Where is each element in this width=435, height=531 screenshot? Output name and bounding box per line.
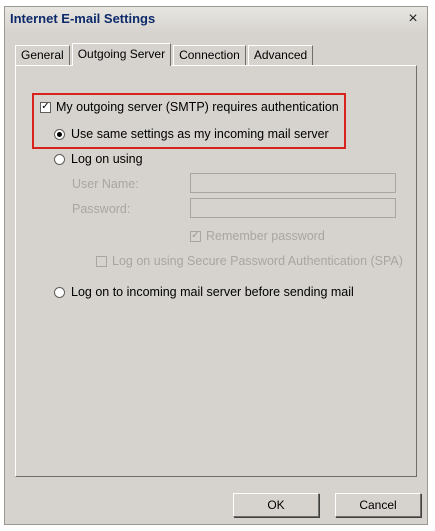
requires-auth-label: My outgoing server (SMTP) requires authe… [56,100,339,114]
user-name-label: User Name: [72,177,139,191]
same-settings-radio[interactable] [54,128,65,140]
dialog-title: Internet E-mail Settings [10,11,156,26]
log-on-incoming-radio[interactable] [54,286,65,298]
remember-password-checkbox[interactable]: ✓ [190,230,201,242]
tab-outgoing-server[interactable]: Outgoing Server [71,43,172,66]
log-on-using-label: Log on using [71,152,143,166]
requires-auth-row[interactable]: ✓ My outgoing server (SMTP) requires aut… [40,100,339,114]
ok-button[interactable]: OK [233,493,319,517]
log-on-incoming-label: Log on to incoming mail server before se… [71,285,354,299]
spa-checkbox[interactable] [96,255,107,267]
remember-password-row[interactable]: ✓ Remember password [190,229,325,243]
tab-advanced[interactable]: Advanced [247,45,314,65]
requires-auth-checkbox[interactable]: ✓ [40,101,51,113]
cancel-button[interactable]: Cancel [335,493,421,517]
title-bar: Internet E-mail Settings × [5,7,427,33]
spa-label: Log on using Secure Password Authenticat… [112,254,403,268]
password-label: Password: [72,202,131,216]
remember-password-label: Remember password [206,229,325,243]
tab-strip: General Outgoing Server Connection Advan… [15,43,315,66]
spa-row[interactable]: Log on using Secure Password Authenticat… [96,254,403,268]
log-on-incoming-row[interactable]: Log on to incoming mail server before se… [54,285,354,299]
outgoing-server-panel: ✓ My outgoing server (SMTP) requires aut… [15,65,417,477]
log-on-using-row[interactable]: Log on using [54,152,143,166]
internet-email-settings-dialog: Internet E-mail Settings × General Outgo… [4,6,428,525]
password-field[interactable] [190,198,396,218]
close-icon[interactable]: × [403,9,423,29]
user-name-field[interactable] [190,173,396,193]
log-on-using-radio[interactable] [54,153,65,165]
tab-general[interactable]: General [15,45,70,65]
same-settings-row[interactable]: Use same settings as my incoming mail se… [54,127,329,141]
tab-connection[interactable]: Connection [173,45,246,65]
same-settings-label: Use same settings as my incoming mail se… [71,127,329,141]
